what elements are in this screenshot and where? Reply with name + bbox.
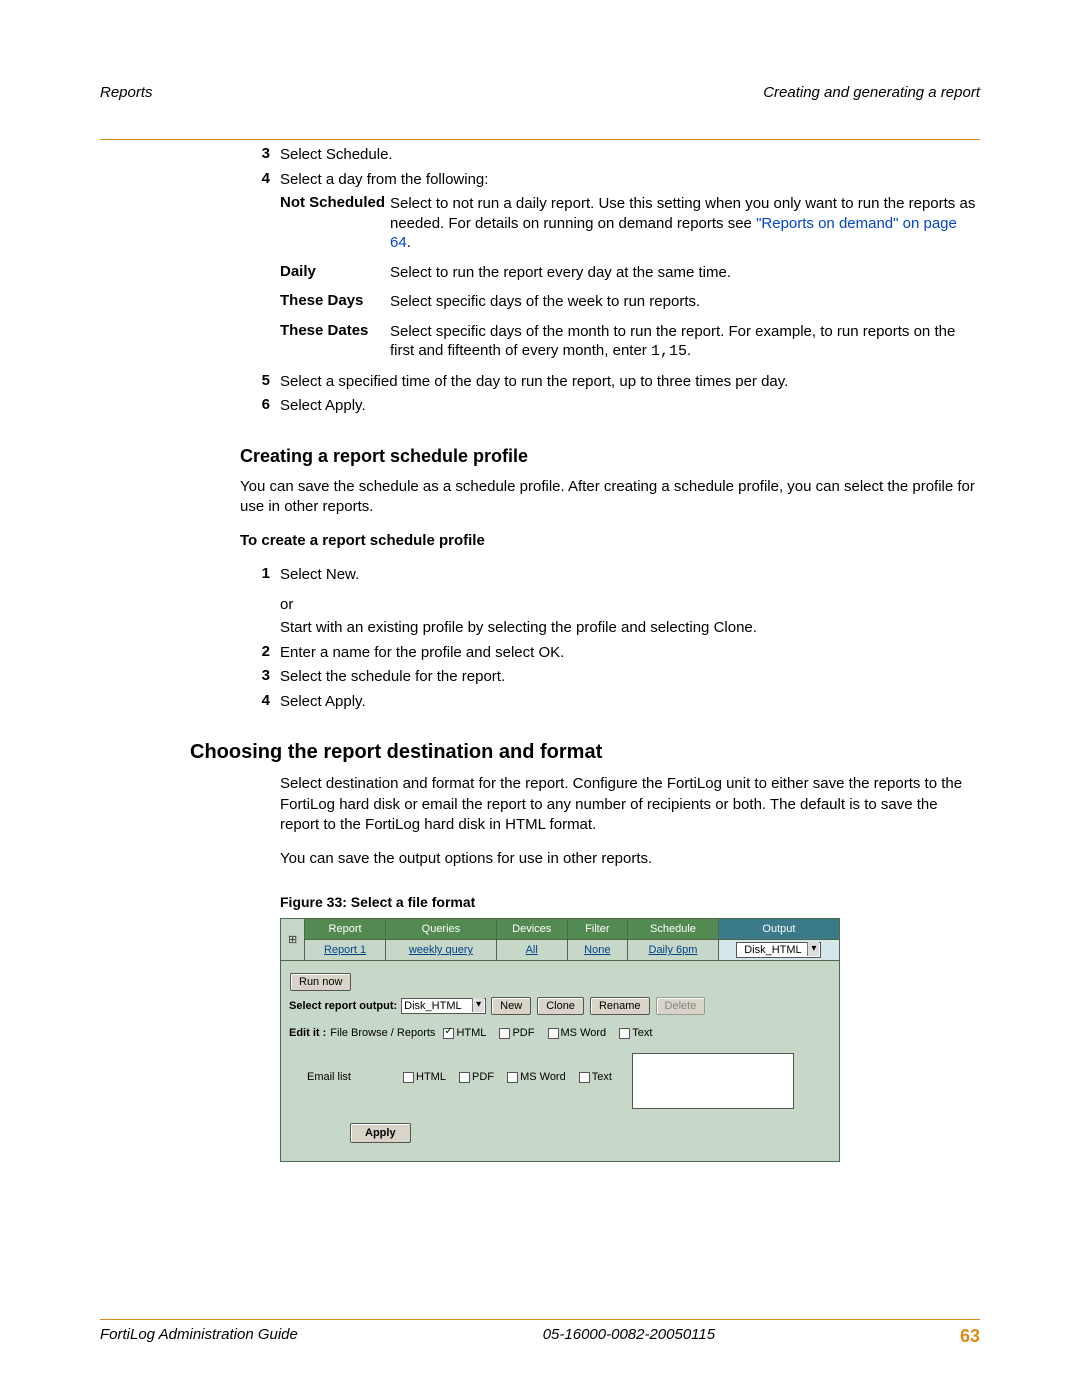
file-browse-path: File Browse / Reports bbox=[330, 1027, 435, 1039]
cell-output-select[interactable]: Disk_HTML bbox=[736, 942, 821, 958]
page-header: Reports Creating and generating a report bbox=[100, 84, 980, 140]
select-output-dropdown[interactable]: Disk_HTML bbox=[401, 998, 486, 1014]
rename-button[interactable]: Rename bbox=[590, 997, 650, 1015]
delete-button[interactable]: Delete bbox=[656, 997, 706, 1015]
email-list-textarea[interactable] bbox=[632, 1053, 794, 1109]
select-output-label: Select report output: bbox=[289, 1000, 397, 1012]
figure-ui: ⊞ Report Queries Devices Filter Schedule… bbox=[280, 918, 840, 1162]
cell-filter[interactable]: None bbox=[584, 944, 610, 956]
col-report: Report bbox=[305, 919, 386, 940]
cell-devices[interactable]: All bbox=[526, 944, 538, 956]
col-schedule: Schedule bbox=[628, 919, 719, 940]
def-these-days: These Days Select specific days of the w… bbox=[280, 292, 980, 312]
email-msword-checkbox[interactable] bbox=[507, 1072, 518, 1083]
sp-step-3: 3 Select the schedule for the report. bbox=[240, 667, 980, 687]
email-html-checkbox[interactable] bbox=[403, 1072, 414, 1083]
col-filter: Filter bbox=[567, 919, 628, 940]
email-text-checkbox[interactable] bbox=[579, 1072, 590, 1083]
col-queries: Queries bbox=[385, 919, 496, 940]
apply-button[interactable]: Apply bbox=[350, 1123, 411, 1143]
edit-it-label: Edit it : bbox=[289, 1027, 326, 1039]
new-button[interactable]: New bbox=[491, 997, 531, 1015]
page-footer: FortiLog Administration Guide 05-16000-0… bbox=[100, 1319, 980, 1347]
sect2-p2: You can save the output options for use … bbox=[280, 849, 980, 869]
col-devices: Devices bbox=[496, 919, 567, 940]
run-now-button[interactable]: Run now bbox=[290, 973, 351, 991]
email-pdf-checkbox[interactable] bbox=[459, 1072, 470, 1083]
def-not-scheduled: Not Scheduled Select to not run a daily … bbox=[280, 194, 980, 253]
page-number: 63 bbox=[960, 1326, 980, 1347]
filebrowse-text-checkbox[interactable] bbox=[619, 1028, 630, 1039]
section-title-schedule-profile: Creating a report schedule profile bbox=[240, 446, 980, 467]
figure-caption: Figure 33: Select a file format bbox=[280, 894, 980, 910]
def-these-dates: These Dates Select specific days of the … bbox=[280, 322, 980, 362]
clone-button[interactable]: Clone bbox=[537, 997, 584, 1015]
cell-schedule[interactable]: Daily 6pm bbox=[649, 944, 698, 956]
filebrowse-html-checkbox[interactable] bbox=[443, 1028, 454, 1039]
report-table: ⊞ Report Queries Devices Filter Schedule… bbox=[280, 918, 840, 961]
sp-step-4: 4 Select Apply. bbox=[240, 692, 980, 712]
header-left: Reports bbox=[100, 84, 153, 101]
cell-report[interactable]: Report 1 bbox=[324, 944, 366, 956]
sp-step-2: 2 Enter a name for the profile and selec… bbox=[240, 643, 980, 663]
footer-left: FortiLog Administration Guide bbox=[100, 1326, 298, 1347]
filebrowse-msword-checkbox[interactable] bbox=[548, 1028, 559, 1039]
step-4: 4 Select a day from the following: bbox=[240, 170, 980, 190]
col-output: Output bbox=[718, 919, 839, 940]
filebrowse-pdf-checkbox[interactable] bbox=[499, 1028, 510, 1039]
header-right: Creating and generating a report bbox=[763, 84, 980, 101]
section-title-destination-format: Choosing the report destination and form… bbox=[190, 741, 980, 764]
cell-queries[interactable]: weekly query bbox=[409, 944, 473, 956]
expand-icon[interactable]: ⊞ bbox=[281, 919, 305, 961]
step-5: 5 Select a specified time of the day to … bbox=[240, 372, 980, 392]
sect1-subhead: To create a report schedule profile bbox=[240, 531, 980, 551]
def-daily: Daily Select to run the report every day… bbox=[280, 263, 980, 283]
footer-center: 05-16000-0082-20050115 bbox=[543, 1326, 715, 1347]
step-6: 6 Select Apply. bbox=[240, 396, 980, 416]
sect2-p1: Select destination and format for the re… bbox=[280, 774, 980, 835]
step-3: 3 Select Schedule. bbox=[240, 145, 980, 165]
sp-step-1: 1 Select New. or Start with an existing … bbox=[240, 565, 980, 638]
sect1-p1: You can save the schedule as a schedule … bbox=[240, 477, 980, 518]
email-list-label: Email list bbox=[289, 1071, 369, 1083]
